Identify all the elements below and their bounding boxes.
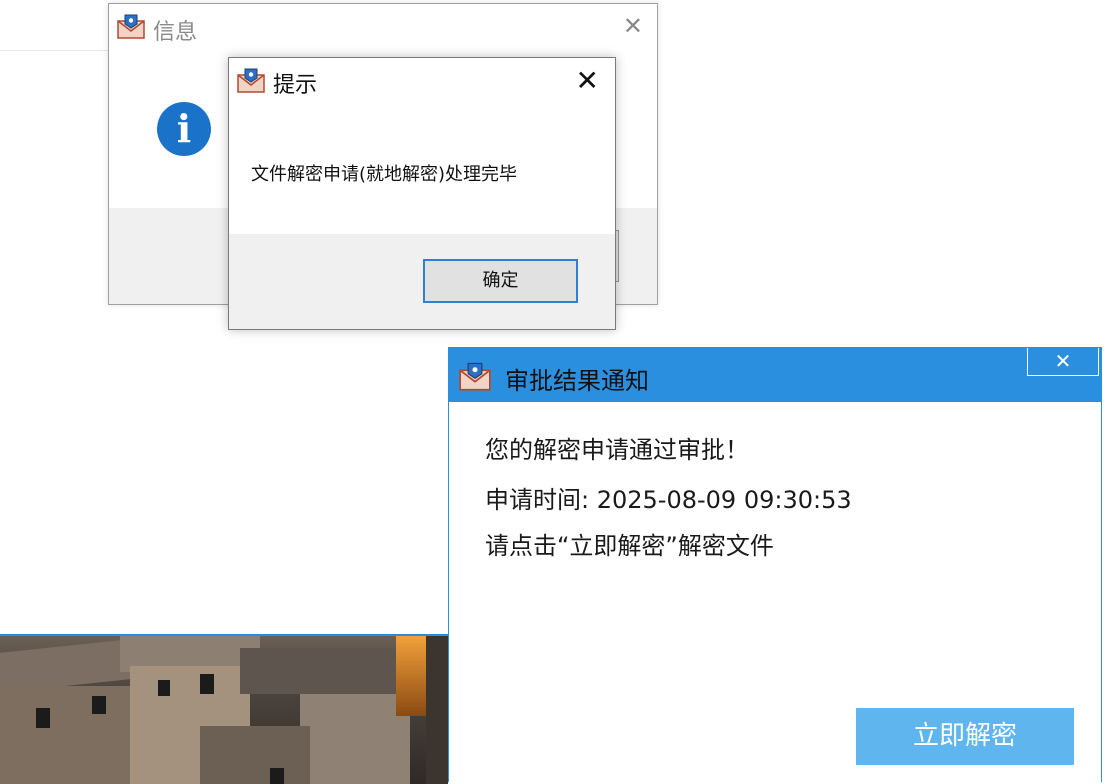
prompt-message: 文件解密申请(就地解密)处理完毕 xyxy=(251,164,518,185)
notification-close-button[interactable]: ✕ xyxy=(1027,348,1099,376)
mail-shield-icon xyxy=(459,362,491,391)
decrypt-now-button[interactable]: 立即解密 xyxy=(856,708,1074,765)
ok-button[interactable]: 确定 xyxy=(423,259,578,303)
mail-shield-icon xyxy=(117,14,145,39)
prompt-dialog-title: 提示 xyxy=(273,73,318,98)
notification-title: 审批结果通知 xyxy=(505,367,649,395)
notification-line-approved: 您的解密申请通过审批！ xyxy=(485,436,749,464)
background-photo xyxy=(0,634,448,784)
approval-notification: 审批结果通知 ✕ 您的解密申请通过审批！ 申请时间: 2025-08-09 09… xyxy=(448,347,1102,782)
notification-line-time: 申请时间: 2025-08-09 09:30:53 xyxy=(485,486,852,514)
info-dialog-title: 信息 xyxy=(153,20,198,45)
background-divider xyxy=(0,50,110,51)
notification-titlebar: 审批结果通知 ✕ xyxy=(449,348,1101,402)
notification-line-instruction: 请点击“立即解密”解密文件 xyxy=(485,532,774,560)
prompt-close-button[interactable]: ✕ xyxy=(576,64,599,97)
info-icon: i xyxy=(157,102,211,156)
prompt-dialog: 提示 ✕ 文件解密申请(就地解密)处理完毕 确定 xyxy=(228,57,616,330)
mail-shield-icon xyxy=(237,68,265,93)
info-close-button[interactable]: ✕ xyxy=(623,12,643,40)
